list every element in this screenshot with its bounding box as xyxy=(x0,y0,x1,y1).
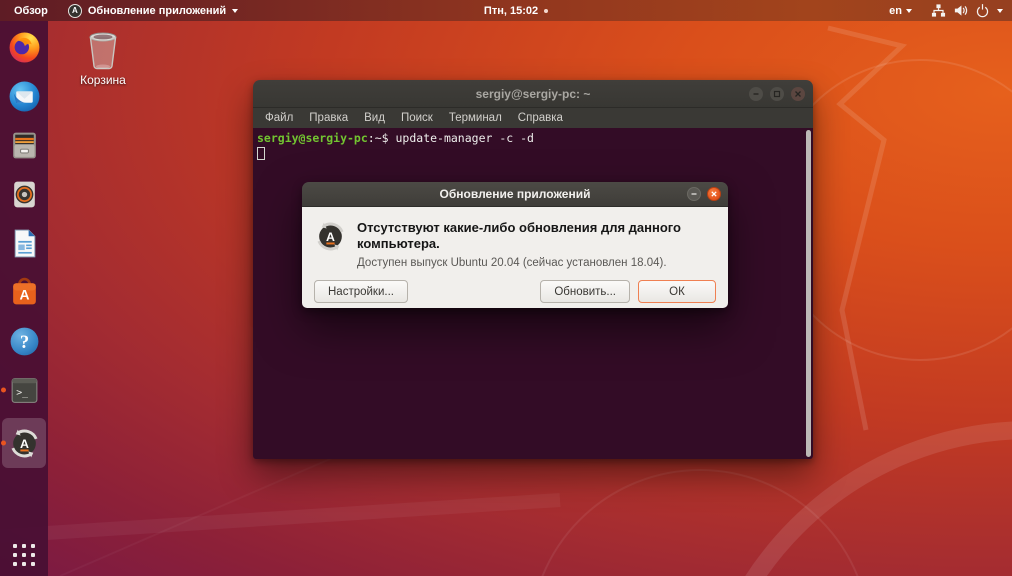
app-menu-button[interactable]: A Обновление приложений xyxy=(67,3,239,18)
software-updater-icon: A xyxy=(11,429,37,457)
chevron-down-icon xyxy=(232,8,239,13)
dialog-heading: Отсутствуют какие-либо обновления для да… xyxy=(357,220,681,251)
chevron-down-icon xyxy=(997,8,1003,13)
minimize-button[interactable] xyxy=(687,187,701,201)
volume-icon xyxy=(954,5,968,16)
terminal-prompt-glyph: >_ xyxy=(16,387,28,398)
updater-glyph: A xyxy=(20,437,29,451)
dialog-title: Обновление приложений xyxy=(439,187,591,201)
terminal-icon: >_ xyxy=(11,377,37,403)
keyboard-layout-button[interactable]: en xyxy=(889,5,912,17)
minimize-icon xyxy=(753,92,759,95)
terminal-prompt-user: sergiy@sergiy-pc xyxy=(257,131,368,145)
network-icon xyxy=(931,4,946,17)
libreoffice-writer-icon xyxy=(14,229,35,257)
trash-icon xyxy=(89,32,117,70)
menu-terminal[interactable]: Терминал xyxy=(441,112,510,124)
chevron-down-icon xyxy=(906,8,912,13)
ok-button[interactable]: ОК xyxy=(638,280,716,303)
dock-item-terminal[interactable]: >_ xyxy=(1,369,46,411)
software-updater-icon: A xyxy=(317,222,344,251)
show-applications-button[interactable] xyxy=(0,544,48,566)
clock-label: Птн, 15:02 xyxy=(483,4,539,17)
maximize-icon xyxy=(773,90,781,97)
menu-help[interactable]: Справка xyxy=(510,112,571,124)
dock-item-rhythmbox[interactable] xyxy=(2,173,46,215)
menu-view[interactable]: Вид xyxy=(356,112,393,124)
terminal-scrollbar[interactable] xyxy=(806,130,811,457)
software-updater-dialog: Обновление приложений A Отсутствуют каки… xyxy=(302,182,728,308)
power-icon xyxy=(976,4,989,18)
terminal-command: update-manager -c -d xyxy=(395,131,534,145)
clock-button[interactable]: Птн, 15:02 xyxy=(483,4,549,17)
software-bag-glyph: A xyxy=(19,286,29,302)
terminal-menubar: Файл Правка Вид Поиск Терминал Справка xyxy=(253,108,813,128)
ubuntu-software-icon: A xyxy=(12,277,36,304)
terminal-prompt-path: :~$ xyxy=(367,131,389,145)
keyboard-layout-label: en xyxy=(889,4,902,17)
help-glyph: ? xyxy=(19,332,28,353)
thunderbird-icon xyxy=(9,81,39,111)
dock-item-software-updater[interactable]: A xyxy=(1,418,46,468)
close-icon xyxy=(795,90,801,97)
show-applications-icon xyxy=(13,544,35,566)
menu-edit[interactable]: Правка xyxy=(301,112,356,124)
activities-button[interactable]: Обзор xyxy=(10,3,52,19)
terminal-window-title: sergiy@sergiy-pc: ~ xyxy=(475,86,591,101)
software-updater-icon: A xyxy=(67,3,82,18)
minimize-button[interactable] xyxy=(749,86,763,101)
menu-search[interactable]: Поиск xyxy=(393,112,441,124)
terminal-cursor xyxy=(257,147,265,160)
system-menu[interactable]: en xyxy=(889,3,1012,18)
app-menu-label: Обновление приложений xyxy=(87,4,227,17)
updater-glyph: A xyxy=(326,230,335,244)
notification-dot xyxy=(544,8,549,13)
terminal-command-line: sergiy@sergiy-pc:~$ update-manager -c -d xyxy=(257,131,799,146)
close-button[interactable] xyxy=(791,86,805,101)
dialog-titlebar[interactable]: Обновление приложений xyxy=(302,182,728,207)
terminal-titlebar[interactable]: sergiy@sergiy-pc: ~ xyxy=(253,80,813,108)
rhythmbox-icon xyxy=(13,181,35,207)
menu-file[interactable]: Файл xyxy=(257,112,301,124)
close-icon xyxy=(711,191,717,197)
trash-desktop-icon[interactable]: Корзина xyxy=(74,31,132,87)
dock-item-thunderbird[interactable] xyxy=(2,75,46,117)
running-indicator-dot xyxy=(1,440,6,446)
settings-button[interactable]: Настройки... xyxy=(314,280,408,303)
upgrade-button[interactable]: Обновить... xyxy=(540,280,630,303)
help-icon: ? xyxy=(10,327,38,355)
dock-item-libreoffice-writer[interactable] xyxy=(2,222,46,264)
dialog-detail: Доступен выпуск Ubuntu 20.04 (сейчас уст… xyxy=(357,256,667,269)
dock-item-help[interactable]: ? xyxy=(2,320,46,362)
minimize-icon xyxy=(691,193,697,195)
maximize-button[interactable] xyxy=(770,86,784,101)
dock: A ? >_ A xyxy=(0,21,48,576)
top-bar: Обзор A Обновление приложений Птн, 15:02… xyxy=(0,0,1012,21)
files-icon xyxy=(12,132,36,158)
dock-item-ubuntu-software[interactable]: A xyxy=(2,271,46,313)
dock-item-files[interactable] xyxy=(2,124,46,166)
dock-item-firefox[interactable] xyxy=(2,26,46,68)
trash-label: Корзина xyxy=(80,73,126,87)
running-indicator-dot xyxy=(1,387,6,393)
firefox-icon xyxy=(9,32,39,62)
close-button[interactable] xyxy=(707,187,721,201)
